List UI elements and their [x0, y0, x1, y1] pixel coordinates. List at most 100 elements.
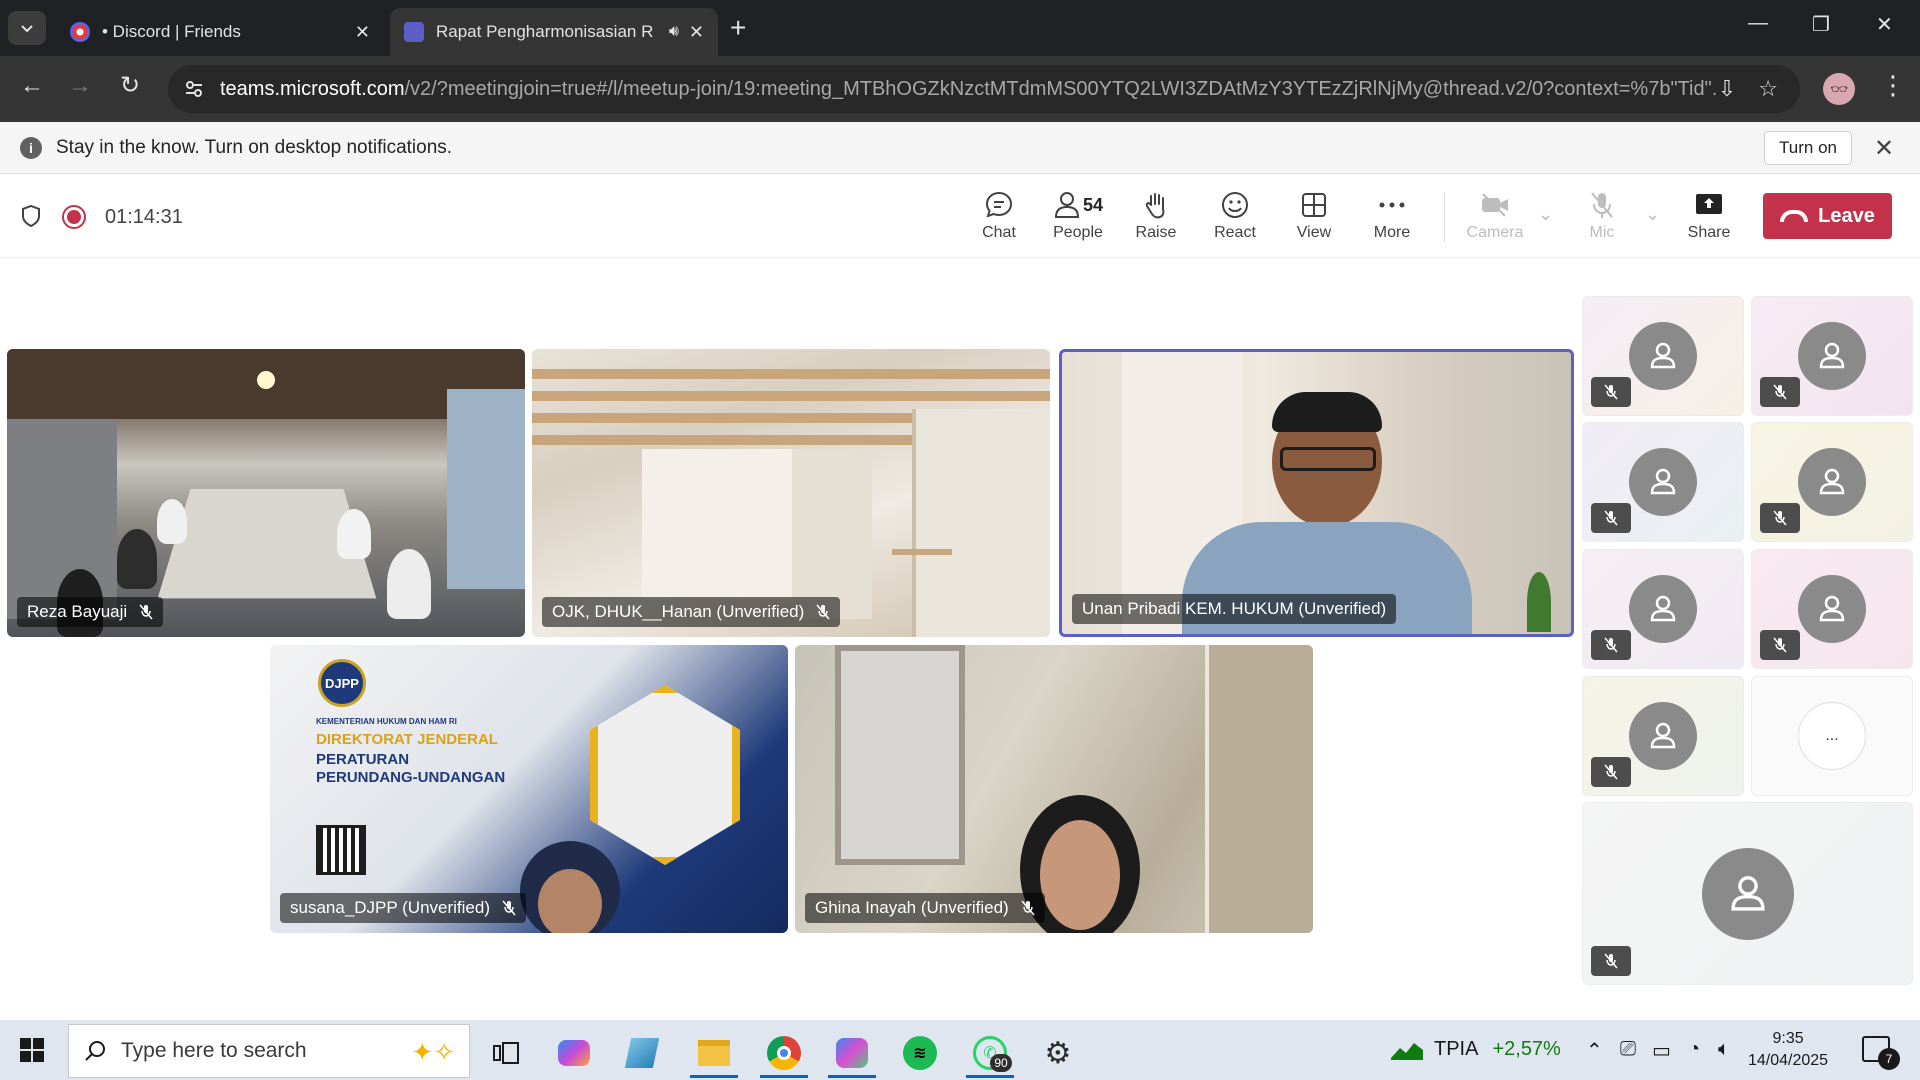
- raise-hand-icon: [1145, 193, 1165, 219]
- smiley-icon: [1222, 192, 1248, 218]
- taskbar-search-box[interactable]: Type here to search ✦✧: [68, 1024, 470, 1078]
- avatar-participant-tile[interactable]: [1751, 549, 1913, 669]
- avatar-participant-tile[interactable]: [1751, 296, 1913, 416]
- room-wall: [642, 449, 792, 599]
- chat-button[interactable]: Chat: [963, 188, 1035, 246]
- url-text[interactable]: teams.microsoft.com/v2/?meetingjoin=true…: [220, 78, 1718, 101]
- close-window-button[interactable]: ✕: [1876, 12, 1893, 37]
- url-path: /v2/?meetingjoin=true#/l/meetup-join/19:…: [404, 77, 1718, 100]
- address-bar[interactable]: teams.microsoft.com/v2/?meetingjoin=true…: [168, 65, 1800, 113]
- chevron-down-icon: [21, 25, 33, 33]
- mic-button[interactable]: Mic: [1566, 188, 1638, 246]
- chevron-up-icon[interactable]: ⌃: [1586, 1038, 1603, 1063]
- react-button[interactable]: React: [1199, 188, 1271, 246]
- participant-video-tile[interactable]: Ghina Inayah (Unverified): [795, 645, 1313, 933]
- participant-video-tile[interactable]: DJPP KEMENTERIAN HUKUM DAN HAM RI DIREKT…: [270, 645, 788, 933]
- window-frame: [912, 409, 1050, 637]
- view-label: View: [1296, 224, 1332, 241]
- forward-button[interactable]: →: [68, 74, 92, 98]
- settings-gear-icon[interactable]: ⚙: [1030, 1028, 1086, 1078]
- back-button[interactable]: ←: [20, 74, 44, 98]
- participant-video-tile[interactable]: OJK, DHUK__Hanan (Unverified): [532, 349, 1050, 637]
- plant: [1527, 572, 1551, 632]
- copilot-icon[interactable]: [546, 1028, 602, 1078]
- mic-options-chevron-icon[interactable]: ⌄: [1645, 204, 1660, 225]
- spotify-icon[interactable]: ≋: [892, 1028, 948, 1078]
- profile-avatar-icon[interactable]: 👓︎: [1823, 73, 1855, 105]
- shield-icon[interactable]: [20, 204, 42, 228]
- hexagon-building-photo: [590, 685, 740, 865]
- info-icon: i: [20, 137, 42, 159]
- participant-name: susana_DJPP (Unverified): [290, 898, 490, 917]
- close-tab-icon[interactable]: ✕: [689, 22, 704, 43]
- more-participants-tile[interactable]: ...: [1751, 676, 1913, 796]
- tab-search-button[interactable]: [8, 11, 46, 45]
- browser-menu-icon[interactable]: ⋮: [1880, 70, 1906, 101]
- taskbar-clock[interactable]: 9:35 14/04/2025: [1748, 1028, 1828, 1072]
- turn-on-notifications-button[interactable]: Turn on: [1764, 131, 1852, 165]
- whatsapp-unread-badge: 90: [990, 1054, 1012, 1072]
- tab-discord[interactable]: • Discord | Friends ✕: [56, 8, 384, 56]
- file-explorer-icon[interactable]: [686, 1028, 742, 1078]
- camera-off-icon: [1482, 193, 1508, 217]
- windows-taskbar: Type here to search ✦✧ ≋ ✆ 90 ⚙ TPIA +2,…: [0, 1020, 1920, 1080]
- share-button[interactable]: Share: [1673, 188, 1745, 246]
- more-participants-button[interactable]: ...: [1798, 702, 1866, 770]
- new-tab-button[interactable]: +: [730, 14, 746, 42]
- more-button[interactable]: More: [1356, 188, 1428, 246]
- stock-widget[interactable]: TPIA +2,57%: [1390, 1038, 1561, 1061]
- stock-change: +2,57%: [1492, 1038, 1561, 1060]
- participant-video-tile[interactable]: Reza Bayuaji: [7, 349, 525, 637]
- volume-icon[interactable]: 🔈︎: [1718, 1038, 1730, 1061]
- mic-off-icon: [1591, 757, 1631, 787]
- site-info-icon[interactable]: [176, 71, 212, 107]
- slide-line3: PERUNDANG-UNDANGAN: [316, 769, 506, 786]
- url-host: teams.microsoft.com: [220, 77, 405, 100]
- raise-hand-button[interactable]: Raise: [1120, 188, 1192, 246]
- notepad-app-icon[interactable]: [614, 1028, 670, 1078]
- avatar-participant-tile[interactable]: [1582, 676, 1744, 796]
- notification-center-icon[interactable]: 7: [1862, 1036, 1900, 1070]
- stock-name: TPIA: [1434, 1038, 1479, 1060]
- people-label: People: [1053, 224, 1103, 241]
- speaker-audio-icon[interactable]: 🔊︎: [669, 23, 679, 41]
- task-view-icon[interactable]: [478, 1028, 534, 1078]
- people-button[interactable]: 54 People: [1042, 188, 1114, 246]
- avatar-participant-tile[interactable]: [1582, 549, 1744, 669]
- restore-window-button[interactable]: ❐: [1812, 12, 1830, 37]
- install-app-icon[interactable]: ⇩: [1718, 76, 1736, 102]
- avatar-participant-tile[interactable]: [1582, 296, 1744, 416]
- avatar-participant-tile[interactable]: [1751, 422, 1913, 542]
- discord-favicon-icon: [70, 22, 90, 42]
- attendee-figure: [157, 499, 187, 544]
- whatsapp-icon[interactable]: ✆ 90: [962, 1028, 1018, 1078]
- close-tab-icon[interactable]: ✕: [355, 22, 370, 43]
- camera-button[interactable]: Camera: [1459, 188, 1531, 246]
- avatar-participant-tile[interactable]: [1582, 802, 1913, 985]
- browser-tab-strip: • Discord | Friends ✕ Rapat Pengharmonis…: [0, 0, 1920, 56]
- slide-ministry: KEMENTERIAN HUKUM DAN HAM RI: [316, 717, 457, 726]
- minimize-window-button[interactable]: —: [1748, 12, 1768, 35]
- leave-button[interactable]: Leave: [1763, 193, 1892, 239]
- close-banner-icon[interactable]: ✕: [1874, 134, 1894, 163]
- participant-name: OJK, DHUK__Hanan (Unverified): [552, 602, 805, 621]
- meet-now-icon[interactable]: ⎚: [1620, 1038, 1636, 1061]
- microsoft-365-icon[interactable]: [824, 1028, 880, 1078]
- share-screen-icon: [1696, 194, 1722, 214]
- bookmark-star-icon[interactable]: ☆: [1758, 76, 1778, 102]
- camera-options-chevron-icon[interactable]: ⌄: [1538, 204, 1553, 225]
- desktop-notification-banner: i Stay in the know. Turn on desktop noti…: [0, 122, 1920, 174]
- battery-icon[interactable]: ▭: [1652, 1038, 1671, 1063]
- tab-teams-meeting[interactable]: Rapat Pengharmonisasian R 🔊︎ ✕: [390, 8, 718, 56]
- active-speaker-video-tile[interactable]: Unan Pribadi KEM. HUKUM (Unverified): [1059, 349, 1574, 637]
- wifi-icon[interactable]: ◔: [1688, 1038, 1700, 1061]
- reload-button[interactable]: ↻: [120, 74, 140, 98]
- windows-start-icon[interactable]: [20, 1038, 44, 1062]
- participant-nametag: OJK, DHUK__Hanan (Unverified): [542, 597, 841, 627]
- grid-view-icon: [1302, 193, 1326, 217]
- view-button[interactable]: View: [1278, 188, 1350, 246]
- clock-date: 14/04/2025: [1748, 1052, 1829, 1069]
- avatar-participant-tile[interactable]: [1582, 422, 1744, 542]
- leave-label: Leave: [1818, 204, 1875, 227]
- chrome-icon[interactable]: [756, 1028, 812, 1078]
